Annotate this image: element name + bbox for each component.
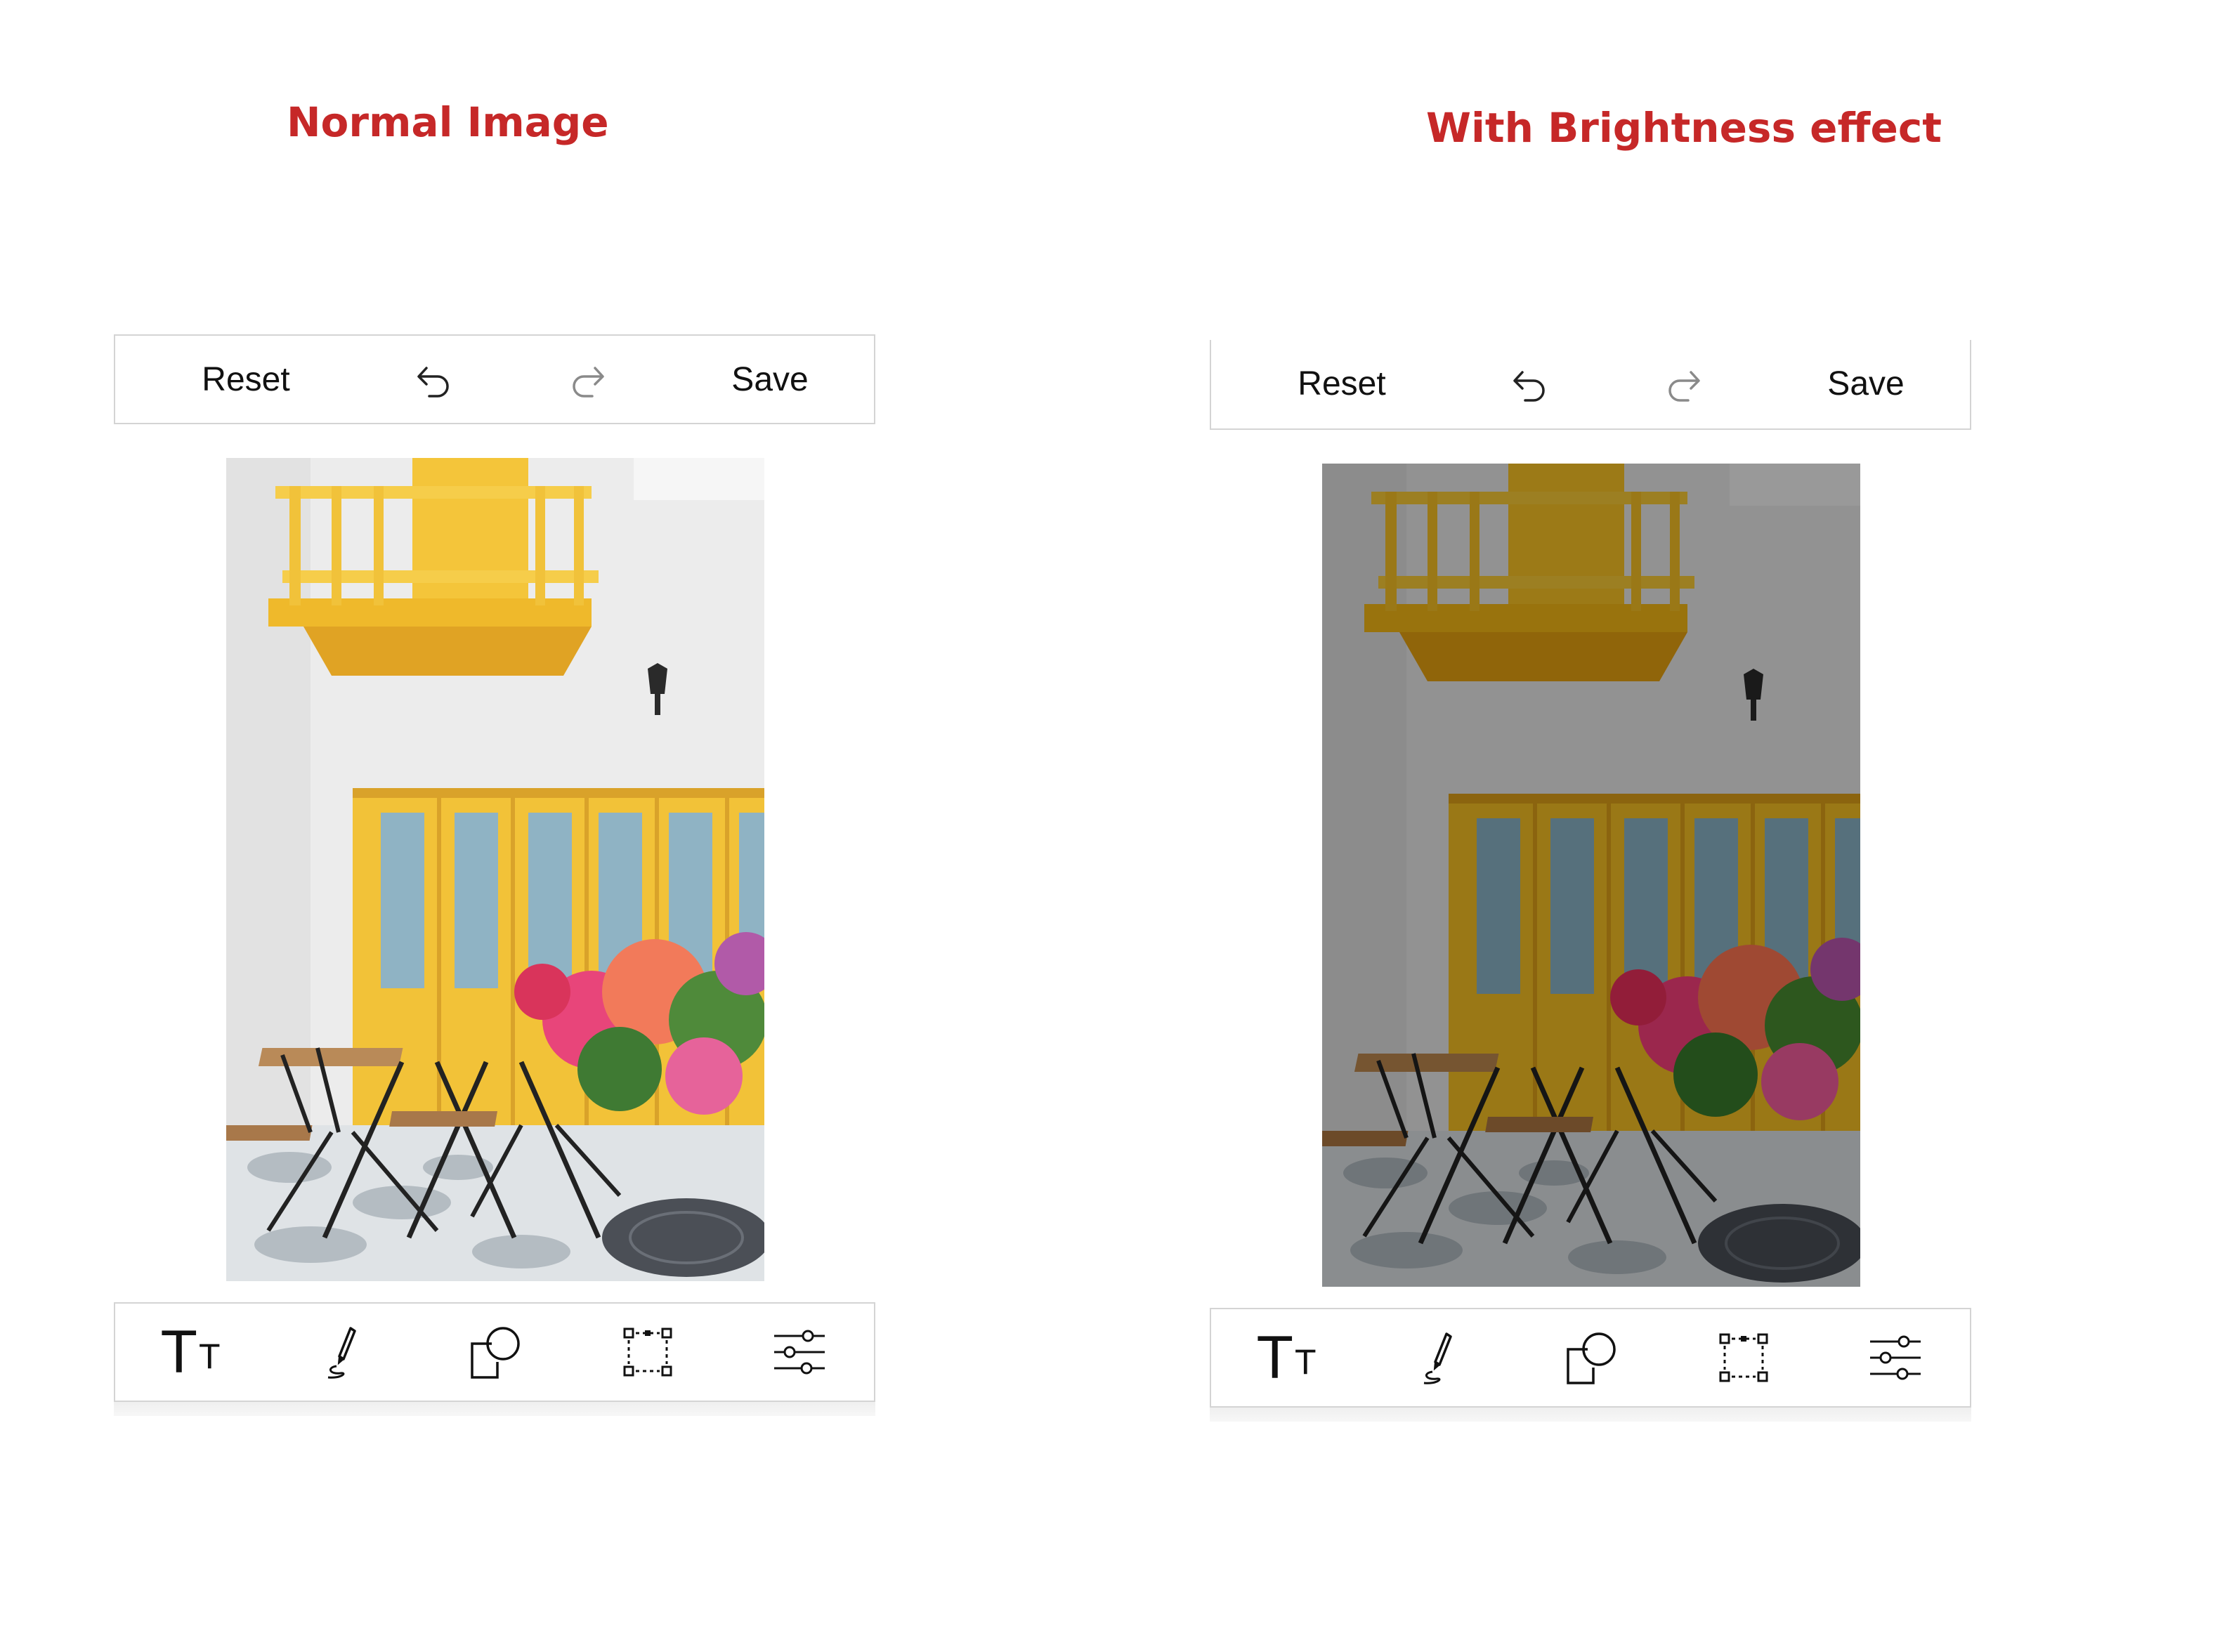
- undo-icon: [417, 367, 449, 398]
- redo-icon: [1668, 371, 1700, 402]
- image-scene: [226, 458, 764, 1281]
- shape-tool-button[interactable]: [440, 1304, 552, 1401]
- crop-selection-icon: [623, 1328, 672, 1377]
- undo-icon: [1513, 371, 1545, 402]
- save-button[interactable]: Save: [707, 336, 833, 423]
- editor-toolbox: TT: [114, 1302, 875, 1416]
- pen-tool-button[interactable]: [1384, 1309, 1496, 1406]
- sliders-icon: [1870, 1335, 1921, 1380]
- editor-toolbox: TT: [1210, 1308, 1971, 1422]
- text-tool-button[interactable]: TT: [1230, 1309, 1343, 1406]
- shapes-icon: [471, 1327, 520, 1379]
- editor-toolbar: Reset Save: [114, 334, 875, 424]
- crop-selection-icon: [1719, 1333, 1768, 1382]
- reset-button[interactable]: Reset: [1279, 340, 1405, 427]
- editor-panel-brightness: Reset Save T T: [1210, 0, 1982, 1652]
- editor-toolbar: Reset Save: [1210, 340, 1971, 430]
- undo-button[interactable]: [395, 336, 472, 423]
- edited-image[interactable]: [226, 458, 764, 1281]
- shapes-icon: [1567, 1332, 1616, 1384]
- redo-icon: [573, 367, 604, 398]
- crop-tool-button[interactable]: [592, 1304, 704, 1401]
- pen-tool-button[interactable]: [288, 1304, 400, 1401]
- redo-button[interactable]: [549, 336, 627, 423]
- editor-panel-normal: Reset Save T T: [114, 0, 887, 1652]
- crop-tool-button[interactable]: [1687, 1309, 1800, 1406]
- text-tool-button[interactable]: TT: [134, 1304, 247, 1401]
- filter-tool-button[interactable]: [743, 1304, 856, 1401]
- image-scene: [1322, 464, 1860, 1287]
- edited-image-brightness[interactable]: [1322, 464, 1860, 1287]
- filter-tool-button[interactable]: [1839, 1309, 1952, 1406]
- pen-icon: [327, 1327, 356, 1379]
- undo-button[interactable]: [1491, 340, 1568, 427]
- save-button[interactable]: Save: [1803, 340, 1929, 427]
- text-size-icon: TT: [1256, 1324, 1317, 1391]
- shape-tool-button[interactable]: [1536, 1309, 1648, 1406]
- redo-button[interactable]: [1645, 340, 1723, 427]
- text-size-icon: TT: [160, 1318, 221, 1386]
- pen-icon: [1423, 1332, 1452, 1384]
- reset-button[interactable]: Reset: [183, 336, 309, 423]
- sliders-icon: [774, 1330, 825, 1375]
